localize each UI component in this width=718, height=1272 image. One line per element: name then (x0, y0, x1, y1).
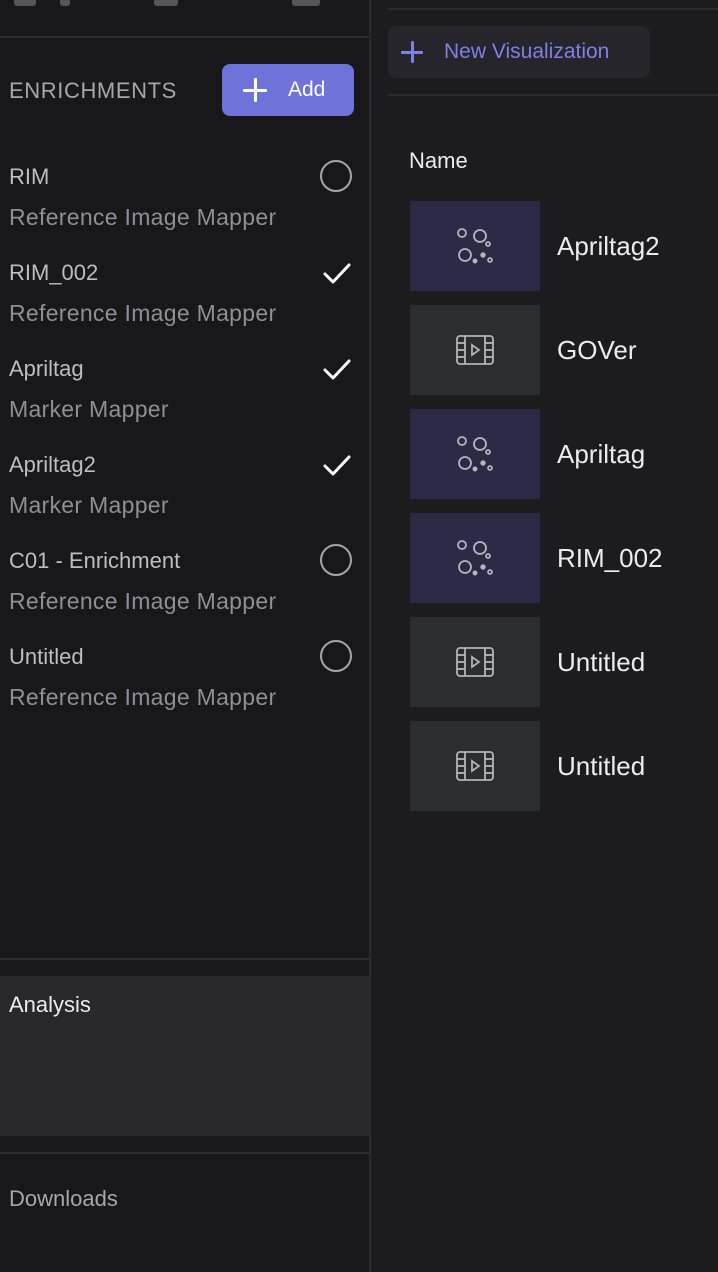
visualization-thumbnail (410, 305, 540, 395)
toolbar-icon[interactable] (14, 0, 36, 6)
add-enrichment-button[interactable]: Add (222, 64, 354, 116)
video-icon (456, 647, 494, 677)
new-visualization-label: New Visualization (444, 40, 610, 63)
marker-mapper-icon (457, 436, 493, 472)
new-visualization-button[interactable]: New Visualization (388, 26, 650, 78)
enrichment-type: Reference Image Mapper (9, 204, 277, 230)
divider (388, 94, 718, 96)
check-icon (320, 352, 354, 386)
enrichments-title: ENRICHMENTS (9, 78, 177, 103)
divider (0, 958, 369, 960)
enrichment-list: RIM Reference Image Mapper RIM_002 Refer… (0, 150, 369, 726)
visualization-thumbnail (410, 409, 540, 499)
add-button-label: Add (288, 78, 326, 101)
enrichment-type: Reference Image Mapper (9, 588, 277, 614)
enrichment-item[interactable]: Apriltag Marker Mapper (0, 342, 369, 438)
enrichment-name: Apriltag (9, 356, 84, 381)
marker-mapper-icon (457, 228, 493, 264)
visualization-row[interactable]: GOVer (410, 305, 718, 409)
visualization-thumbnail (410, 721, 540, 811)
visualization-name: Untitled (557, 751, 646, 781)
enrichment-item[interactable]: C01 - Enrichment Reference Image Mapper (0, 534, 369, 630)
visualization-name: Apriltag2 (557, 231, 660, 261)
analysis-section[interactable]: Analysis (0, 976, 369, 1136)
enrichment-name: RIM (9, 164, 50, 189)
visualization-row[interactable]: Untitled (410, 617, 718, 721)
pending-status-icon (320, 160, 354, 194)
marker-mapper-icon (457, 540, 493, 576)
top-toolbar-strip (0, 0, 369, 38)
divider (0, 1152, 369, 1154)
visualizations-panel: New Visualization Name Apriltag2 GOVer A… (373, 0, 718, 1272)
visualization-list: Apriltag2 GOVer Apriltag RIM_002 Untitle… (410, 201, 718, 825)
video-icon (456, 335, 494, 365)
visualization-row[interactable]: RIM_002 (410, 513, 718, 617)
enrichment-type: Reference Image Mapper (9, 684, 277, 710)
downloads-section[interactable]: Downloads (9, 1186, 118, 1212)
visualization-row[interactable]: Apriltag2 (410, 201, 718, 305)
enrichment-name: Untitled (9, 644, 84, 669)
pending-status-icon (320, 544, 354, 578)
visualization-name: Untitled (557, 647, 646, 677)
enrichment-item[interactable]: Untitled Reference Image Mapper (0, 630, 369, 726)
enrichment-item[interactable]: RIM_002 Reference Image Mapper (0, 246, 369, 342)
toolbar-icon[interactable] (292, 0, 320, 6)
visualization-name: Apriltag (557, 439, 646, 469)
check-icon (320, 448, 354, 482)
visualization-name: RIM_002 (557, 543, 663, 573)
visualization-row[interactable]: Apriltag (410, 409, 718, 513)
plus-icon (242, 77, 268, 103)
pending-status-icon (320, 640, 354, 674)
visualization-name: GOVer (557, 335, 637, 365)
visualization-row[interactable]: Untitled (410, 721, 718, 825)
visualization-thumbnail (410, 617, 540, 707)
enrichment-name: RIM_002 (9, 260, 99, 285)
enrichment-name: C01 - Enrichment (9, 548, 181, 573)
visualization-thumbnail (410, 513, 540, 603)
enrichments-panel: ENRICHMENTS Add RIM Reference Image Mapp… (0, 0, 371, 1272)
analysis-label: Analysis (9, 992, 91, 1017)
visualization-thumbnail (410, 201, 540, 291)
name-column-header[interactable]: Name (409, 148, 468, 174)
enrichment-item[interactable]: RIM Reference Image Mapper (0, 150, 369, 246)
enrichment-type: Marker Mapper (9, 492, 169, 518)
toolbar-icon[interactable] (154, 0, 178, 6)
video-icon (456, 751, 494, 781)
plus-icon (400, 40, 424, 64)
divider (388, 8, 718, 10)
enrichment-type: Reference Image Mapper (9, 300, 277, 326)
check-icon (320, 256, 354, 290)
toolbar-icon[interactable] (60, 0, 70, 6)
enrichment-name: Apriltag2 (9, 452, 96, 477)
enrichment-item[interactable]: Apriltag2 Marker Mapper (0, 438, 369, 534)
enrichment-type: Marker Mapper (9, 396, 169, 422)
